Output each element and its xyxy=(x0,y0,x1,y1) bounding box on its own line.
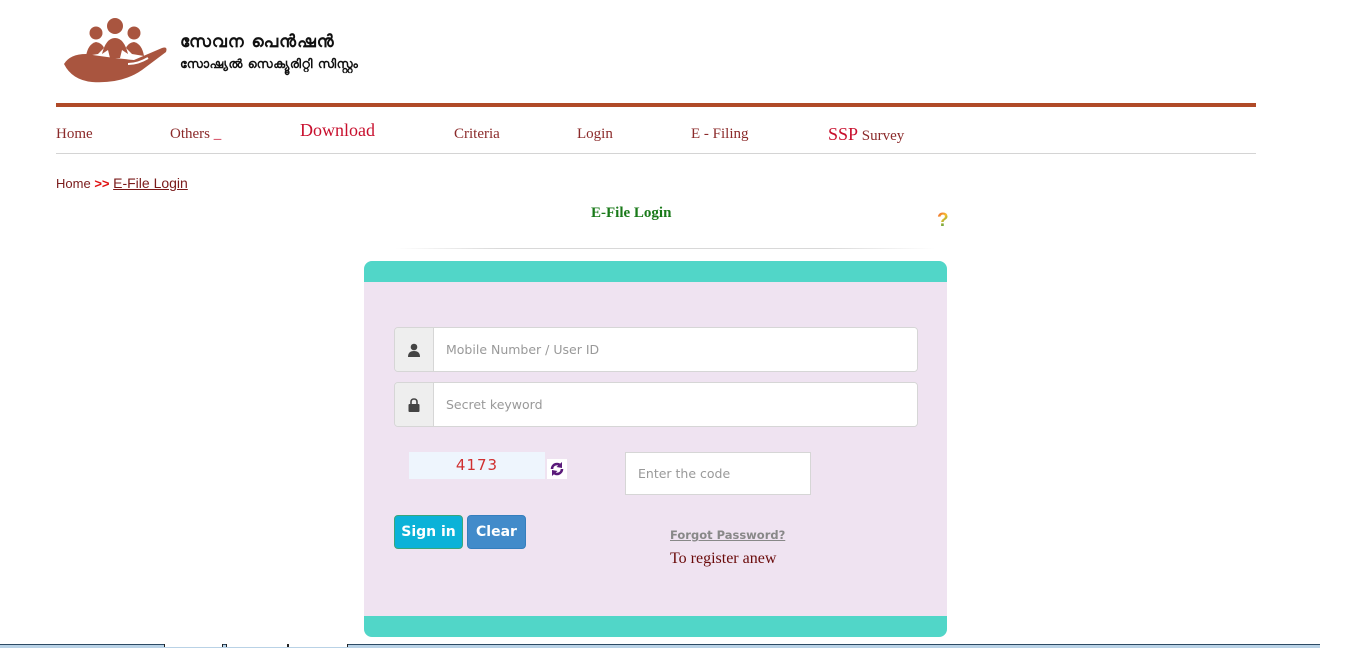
refresh-icon[interactable] xyxy=(547,459,567,479)
nav-download-label: Download xyxy=(300,120,375,140)
clear-button[interactable]: Clear xyxy=(467,515,526,549)
secret-keyword-input[interactable] xyxy=(434,383,917,426)
captcha-code: 4173 xyxy=(409,452,545,479)
brand-title: സേവന പെൻഷൻ xyxy=(180,32,335,52)
password-group xyxy=(394,382,918,427)
captcha-input[interactable] xyxy=(625,452,811,495)
nav-login[interactable]: Login xyxy=(577,126,613,143)
brand-subtitle: സോഷ്യൽ സെക്യൂരിറ്റി സിസ്റ്റം xyxy=(180,56,359,71)
nav-download[interactable]: Download xyxy=(300,120,375,141)
login-panel: 4173 Sign in Clear Forgot Password? To r… xyxy=(364,261,947,637)
forgot-password-link[interactable]: Forgot Password? xyxy=(670,528,785,542)
nav-criteria-label: Criteria xyxy=(454,126,500,142)
nav-ssp-survey[interactable]: SSP Survey xyxy=(828,124,904,145)
panel-footer-bar xyxy=(364,616,947,637)
nav-criteria[interactable]: Criteria xyxy=(454,126,500,143)
hand-holding-people-icon xyxy=(64,18,167,83)
register-link[interactable]: To register anew xyxy=(670,550,776,568)
nav-efiling-label: E - Filing xyxy=(691,126,749,142)
breadcrumb: Home >> E-File Login xyxy=(56,175,188,191)
nav-ssp-label: SSP xyxy=(828,124,859,144)
nav-others-label: Others xyxy=(170,126,210,142)
nav-home-label: Home xyxy=(56,126,93,142)
user-id-group xyxy=(394,327,918,372)
user-icon xyxy=(395,328,434,371)
nav-login-label: Login xyxy=(577,126,613,142)
heading-divider xyxy=(395,248,935,249)
page-title: E-File Login xyxy=(591,205,672,221)
nav-home[interactable]: Home xyxy=(56,126,93,143)
panel-header-bar xyxy=(364,261,947,282)
help-icon[interactable]: ? xyxy=(937,210,949,232)
user-id-input[interactable] xyxy=(434,328,917,371)
breadcrumb-home[interactable]: Home xyxy=(56,176,91,191)
nav-efiling[interactable]: E - Filing xyxy=(691,126,749,143)
dropdown-indicator-icon: _ xyxy=(213,126,222,142)
lock-icon xyxy=(395,383,434,426)
breadcrumb-current[interactable]: E-File Login xyxy=(113,175,188,191)
main-nav: Home Others _ Download Criteria Login E … xyxy=(56,114,1256,154)
header-divider xyxy=(56,103,1256,107)
nav-survey-label: Survey xyxy=(861,128,905,144)
nav-others[interactable]: Others _ xyxy=(170,126,221,143)
breadcrumb-separator: >> xyxy=(94,176,110,191)
sign-in-button[interactable]: Sign in xyxy=(394,515,463,549)
